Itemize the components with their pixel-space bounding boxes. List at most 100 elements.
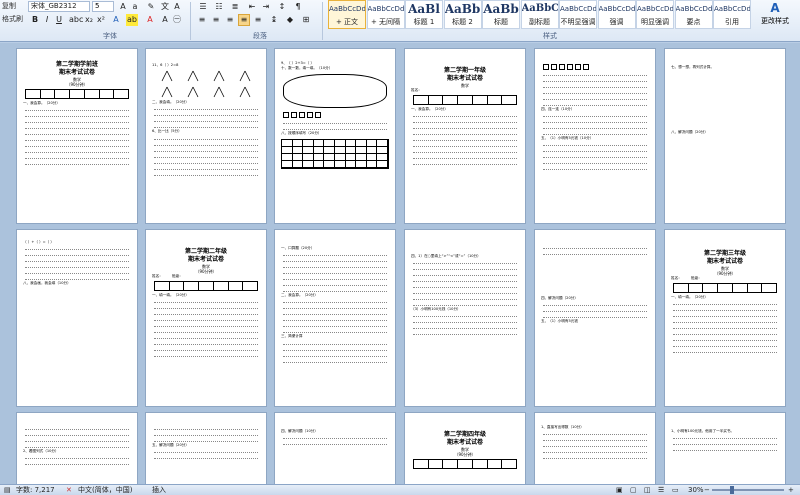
align-center-icon[interactable]: ≡ xyxy=(210,14,222,26)
document-page[interactable]: 四、连一连（10分） 五、（1）小明有5元钱（10分） xyxy=(534,48,656,224)
clear-format-icon[interactable]: ✎ xyxy=(146,1,156,13)
document-page[interactable]: 四、解决问题（20分） 五、（1）小明有5元钱 xyxy=(534,229,656,407)
borders-icon[interactable]: ⊞ xyxy=(300,14,312,26)
phonetic-guide-icon[interactable]: 文 xyxy=(160,1,170,13)
enclose-characters-icon[interactable]: ㊀ xyxy=(172,14,182,26)
character-border-icon[interactable]: A xyxy=(172,1,182,13)
page-subtitle: 期末考试试卷 xyxy=(58,69,95,76)
style-6[interactable]: AaBbCcDd 不明显强调 xyxy=(559,0,597,29)
show-marks-icon[interactable]: ¶ xyxy=(292,1,304,13)
text-effects-icon[interactable]: A xyxy=(110,14,122,26)
style-10[interactable]: AaBbCcDd 引用 xyxy=(713,0,751,29)
style-7[interactable]: AaBbCcDd 强调 xyxy=(597,0,636,29)
proofing-icon[interactable]: ✕ xyxy=(66,485,72,495)
style-name: 强调 xyxy=(609,18,624,26)
class-label-text: 班级： xyxy=(690,276,702,280)
question-lines xyxy=(146,298,266,358)
copy-button[interactable]: 复制 xyxy=(0,0,26,13)
style-8[interactable]: AaBbCcDd 明显强调 xyxy=(636,0,674,29)
zoom-slider[interactable] xyxy=(712,486,784,494)
style-4[interactable]: AaBb 标题 xyxy=(482,0,520,29)
web-layout-view-icon[interactable]: ◫ xyxy=(644,485,651,495)
zoom-out-icon[interactable]: − xyxy=(704,485,710,495)
decrease-indent-icon[interactable]: ⇤ xyxy=(246,1,258,13)
document-page[interactable]: 四、解决问题（10分） xyxy=(274,412,396,484)
page-title: 第二学期一年级 xyxy=(443,67,486,74)
page-subtitle: 期末考试试卷 xyxy=(446,439,483,446)
highlight-icon[interactable]: ab xyxy=(126,14,138,26)
font-size-select[interactable]: 5 xyxy=(92,1,114,12)
bullets-icon[interactable]: ☰ xyxy=(196,1,210,13)
full-screen-view-icon[interactable]: ▢ xyxy=(630,485,637,495)
underline-icon[interactable]: U xyxy=(54,14,64,26)
class-label-text: 班级： xyxy=(171,274,183,278)
multilevel-list-icon[interactable]: ≣ xyxy=(228,1,242,13)
score-table xyxy=(413,95,517,106)
ribbon: 复制 格式刷 宋体_GB2312 5 A a ✎ 文 A B I U abc x… xyxy=(0,0,800,42)
draft-view-icon[interactable]: ▭ xyxy=(672,485,679,495)
document-area[interactable]: 第二学期学前班 期末考试试卷 数学 （90分钟） 一、我会算。（20分） 11、… xyxy=(0,43,800,484)
subscript-icon[interactable]: x₂ xyxy=(84,14,94,26)
character-shading-icon[interactable]: A xyxy=(160,14,170,26)
document-page[interactable]: 11、6（ ）2=8 二、我会填。（20分） 6、比一比（5分） xyxy=(145,48,267,224)
document-page[interactable]: 1、小明有100元钱，他用了一半买书。 xyxy=(664,412,786,484)
style-0[interactable]: AaBbCcDd + 正文 xyxy=(328,0,366,29)
document-page[interactable]: 第二学期四年级 期末考试试卷 数学 （90分钟） xyxy=(404,412,526,484)
format-painter-button[interactable]: 格式刷 xyxy=(0,13,26,26)
document-page[interactable]: 四、1）在○里填上“>”“<”或“=”（10分） （3）小明有100元钱（10分… xyxy=(404,229,526,407)
insert-mode[interactable]: 插入 xyxy=(152,485,166,495)
zoom-slider-knob[interactable] xyxy=(730,486,734,494)
style-5[interactable]: AaBbC 副标题 xyxy=(520,0,559,29)
document-page[interactable]: 第二学期三年级 期末考试试卷 数学 （90分钟） 姓名： 班级： 一、填一填。（… xyxy=(664,229,786,407)
change-styles-button[interactable]: A 更改样式 xyxy=(752,0,798,29)
style-name: + 正文 xyxy=(335,18,359,26)
document-page[interactable]: 五、解决问题（20分） xyxy=(145,412,267,484)
name-label-text: 姓名： xyxy=(671,276,682,280)
score-table xyxy=(154,281,258,292)
document-page[interactable]: 1、直接写出得数（10分） xyxy=(534,412,656,484)
outline-view-icon[interactable]: ☰ xyxy=(658,485,664,495)
question-lines xyxy=(665,434,785,452)
strikethrough-icon[interactable]: abc xyxy=(68,14,83,26)
italic-icon[interactable]: I xyxy=(42,14,52,26)
zoom-level[interactable]: 30% xyxy=(688,485,704,495)
superscript-icon[interactable]: x² xyxy=(96,14,106,26)
line-spacing-icon[interactable]: ↨ xyxy=(268,14,280,26)
document-page[interactable]: 第二学期二年级 期末考试试卷 数学 （90分钟） 姓名： 班级： 一、填一填。（… xyxy=(145,229,267,407)
document-page[interactable]: 七、想一想，再列式计算。 八、解决问题（20分） xyxy=(664,48,786,224)
question-lines xyxy=(275,119,395,131)
style-9[interactable]: AaBbCcDd 要点 xyxy=(674,0,713,29)
style-sample: AaBbCcDd xyxy=(598,5,635,13)
justify-icon[interactable]: ≡ xyxy=(238,14,250,26)
style-name: 不明显强调 xyxy=(560,18,596,26)
document-page[interactable]: 2、看图列式（10分） xyxy=(16,412,138,484)
print-layout-view-icon[interactable]: ▣ xyxy=(616,485,623,495)
document-page[interactable]: （ ）+（ ）=（ ） 八、我会画，我会填（10分） xyxy=(16,229,138,407)
style-2[interactable]: AaBl 标题 1 xyxy=(405,0,443,29)
distributed-icon[interactable]: ≡ xyxy=(252,14,264,26)
word-count[interactable]: 字数: 7,217 xyxy=(16,485,55,495)
grow-font-icon[interactable]: A xyxy=(118,1,128,13)
font-name-select[interactable]: 宋体_GB2312 xyxy=(28,1,90,12)
style-1[interactable]: AaBbCcDd + 无间隔 xyxy=(366,0,405,29)
style-3[interactable]: AaBb 标题 2 xyxy=(443,0,482,29)
document-page[interactable]: 第二学期学前班 期末考试试卷 数学 （90分钟） 一、我会算。（20分） xyxy=(16,48,138,224)
zoom-in-icon[interactable]: + xyxy=(788,485,794,495)
numbering-icon[interactable]: ☷ xyxy=(212,1,226,13)
font-color-icon[interactable]: A xyxy=(144,14,156,26)
increase-indent-icon[interactable]: ⇥ xyxy=(260,1,272,13)
sort-icon[interactable]: ↕ xyxy=(276,1,288,13)
language-indicator[interactable]: 中文(简体，中国) xyxy=(78,485,132,495)
shading-icon[interactable]: ◆ xyxy=(284,14,296,26)
document-page[interactable]: 一、口算题（20分） 二、我会算。（20分） 三、简便计算 xyxy=(274,229,396,407)
shrink-font-icon[interactable]: a xyxy=(130,1,140,13)
align-left-icon[interactable]: ≡ xyxy=(196,14,208,26)
align-right-icon[interactable]: ≡ xyxy=(224,14,236,26)
page-indicator-icon[interactable]: ▤ xyxy=(4,485,11,495)
document-page[interactable]: 9、（ ）2+3=（ ） 十、数一数，填一填。（10分） 八、按顺序填写（20分… xyxy=(274,48,396,224)
document-page[interactable]: 第二学期一年级 期末考试试卷 数学 姓名： 一、我会算。（20分） xyxy=(404,48,526,224)
page-time: （90分钟） xyxy=(454,452,476,457)
change-styles-label: 更改样式 xyxy=(761,17,789,25)
page-subtitle: 期末考试试卷 xyxy=(187,256,224,263)
bold-icon[interactable]: B xyxy=(30,14,40,26)
